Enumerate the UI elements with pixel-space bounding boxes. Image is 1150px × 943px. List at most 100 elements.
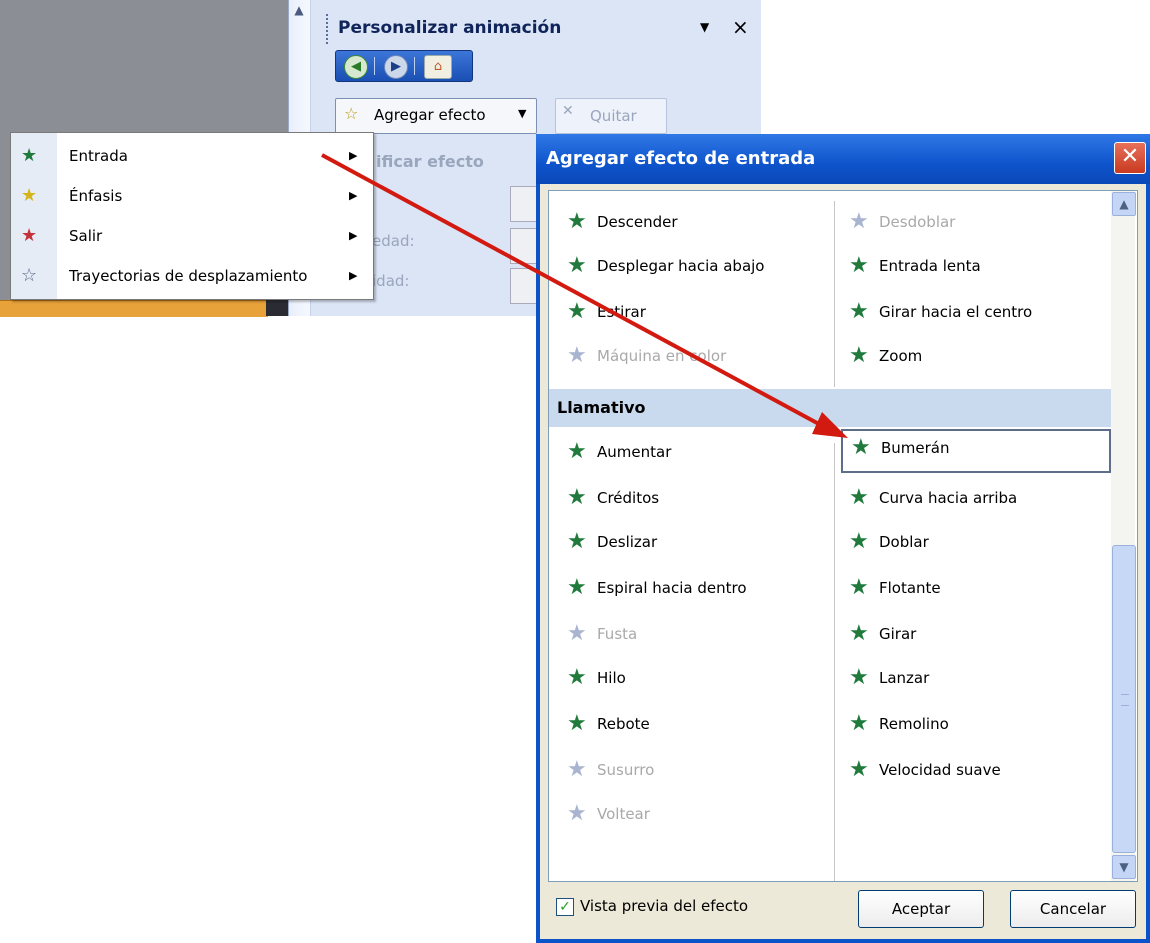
property-label: edad:	[372, 232, 415, 250]
menu-item-label: Salir	[69, 227, 103, 245]
green-star-icon: ★	[567, 757, 587, 782]
green-star-icon: ★	[21, 145, 38, 166]
effect-label: Entrada lenta	[879, 257, 981, 275]
effect-label: Rebote	[597, 715, 650, 733]
menu-item-entrada[interactable]: ★ Entrada ▶	[11, 137, 373, 177]
menu-item-trayectorias[interactable]: ☆ Trayectorias de desplazamiento ▶	[11, 257, 373, 297]
green-star-icon: ★	[567, 665, 587, 690]
effect-label: Susurro	[597, 761, 655, 779]
dialog-title: Agregar efecto de entrada	[546, 148, 816, 169]
effect-label: Flotante	[879, 579, 941, 597]
effect-label: Zoom	[879, 347, 923, 365]
preview-label: Vista previa del efecto	[580, 897, 749, 915]
effect-label: Espiral hacia dentro	[597, 579, 747, 597]
cancel-button[interactable]: Cancelar	[1010, 890, 1136, 928]
blue-star-icon: ★	[849, 209, 869, 234]
add-effect-button[interactable]: ☆ Agregar efecto ▼	[335, 98, 537, 134]
add-entrance-effect-dialog: Agregar efecto de entrada ✕ ★ Descender …	[536, 134, 1150, 943]
star-list-icon: ☆	[344, 104, 359, 123]
menu-item-enfasis[interactable]: ★ Énfasis ▶	[11, 177, 373, 217]
close-icon[interactable]: ✕	[1114, 142, 1146, 174]
green-star-icon: ★	[567, 485, 587, 510]
pane-title: Personalizar animación	[338, 18, 562, 38]
green-star-icon: ★	[567, 343, 587, 368]
pane-grip-handle[interactable]	[326, 14, 331, 44]
effect-label: Voltear	[597, 805, 650, 823]
effect-label: Doblar	[879, 533, 929, 551]
green-star-icon: ★	[567, 801, 587, 826]
pane-navigation-bar: ◀ ▶ ⌂	[335, 50, 473, 82]
scrollbar-grip	[1121, 694, 1129, 706]
effect-label: Deslizar	[597, 533, 658, 551]
green-star-icon: ★	[567, 299, 587, 324]
submenu-arrow-icon: ▶	[349, 189, 358, 202]
chevron-down-icon: ▼	[518, 107, 527, 120]
submenu-arrow-icon: ▶	[349, 269, 358, 282]
effect-label: Descender	[597, 213, 678, 231]
list-scrollbar[interactable]: ▲ ▼	[1111, 191, 1136, 881]
modify-effect-heading: ificar efecto	[376, 152, 484, 171]
effect-item-selected[interactable]: ★ Bumerán	[841, 429, 1111, 473]
speed-label: idad:	[372, 272, 410, 290]
effect-label: Desplegar hacia abajo	[597, 257, 765, 275]
green-star-icon: ★	[849, 299, 869, 324]
menu-item-label: Énfasis	[69, 187, 123, 205]
add-effect-menu: ★ Entrada ▶ ★ Énfasis ▶ ★ Salir ▶ ☆ Tray…	[10, 132, 374, 300]
chevron-down-icon[interactable]: ▼	[700, 20, 709, 34]
home-icon[interactable]: ⌂	[424, 55, 452, 79]
effect-label: Fusta	[597, 625, 638, 643]
green-star-icon: ★	[567, 253, 587, 278]
green-star-icon: ★	[567, 439, 587, 464]
back-arrow-icon[interactable]: ◀	[344, 55, 368, 79]
menu-item-salir[interactable]: ★ Salir ▶	[11, 217, 373, 257]
ok-button[interactable]: Aceptar	[858, 890, 984, 928]
green-star-icon: ★	[849, 575, 869, 600]
scrollbar-thumb[interactable]	[1112, 545, 1136, 853]
effect-label: Máquina en color	[597, 347, 727, 365]
scroll-up-icon[interactable]: ▲	[291, 2, 307, 18]
column-divider	[834, 443, 835, 881]
nav-separator	[414, 57, 415, 75]
green-star-icon: ★	[849, 485, 869, 510]
green-star-icon: ★	[567, 529, 587, 554]
green-star-icon: ★	[567, 575, 587, 600]
forward-arrow-icon[interactable]: ▶	[384, 55, 408, 79]
preview-checkbox[interactable]: ✓	[556, 898, 574, 916]
column-divider	[834, 201, 835, 387]
green-star-icon: ★	[849, 665, 869, 690]
effect-label: Lanzar	[879, 669, 930, 687]
effect-label: Remolino	[879, 715, 949, 733]
nav-separator	[374, 57, 375, 75]
effects-list: ★ Descender ★ Desplegar hacia abajo ★ Es…	[548, 190, 1138, 882]
green-star-icon: ★	[849, 253, 869, 278]
section-title: Llamativo	[557, 398, 646, 417]
dialog-titlebar[interactable]: Agregar efecto de entrada ✕	[536, 134, 1150, 184]
effect-label: Estirar	[597, 303, 646, 321]
green-star-icon: ★	[567, 711, 587, 736]
green-star-icon: ★	[849, 711, 869, 736]
effect-label: Desdoblar	[879, 213, 956, 231]
green-star-icon: ★	[849, 621, 869, 646]
remove-label: Quitar	[590, 107, 637, 125]
add-effect-label: Agregar efecto	[374, 106, 486, 124]
effect-label: Curva hacia arriba	[879, 489, 1018, 507]
slide-edge	[0, 300, 268, 317]
remove-x-icon: ✕	[562, 103, 574, 119]
scroll-up-icon[interactable]: ▲	[1112, 192, 1136, 216]
yellow-star-icon: ★	[21, 185, 38, 206]
dialog-body: ★ Descender ★ Desplegar hacia abajo ★ Es…	[540, 184, 1146, 939]
effect-label: Velocidad suave	[879, 761, 1001, 779]
close-icon[interactable]: ×	[732, 15, 749, 39]
green-star-icon: ★	[849, 343, 869, 368]
red-star-icon: ★	[21, 225, 38, 246]
effect-label: Aumentar	[597, 443, 672, 461]
slide-workspace	[0, 0, 290, 136]
scroll-down-icon[interactable]: ▼	[1112, 855, 1136, 879]
remove-button[interactable]: ✕ Quitar	[555, 98, 667, 134]
effect-label: Girar hacia el centro	[879, 303, 1033, 321]
green-star-icon: ★	[849, 757, 869, 782]
blue-star-icon: ★	[567, 621, 587, 646]
effect-label: Girar	[879, 625, 917, 643]
effect-label: Hilo	[597, 669, 626, 687]
menu-item-label: Trayectorias de desplazamiento	[69, 267, 308, 285]
